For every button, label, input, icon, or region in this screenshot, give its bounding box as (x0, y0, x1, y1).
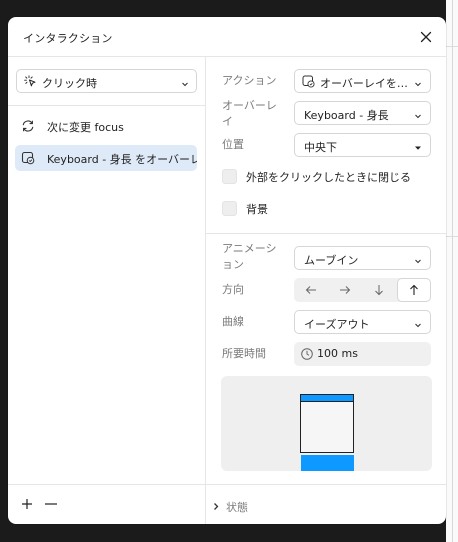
chevron-down-icon (414, 319, 422, 328)
swap-icon (21, 119, 35, 133)
state-label: 状態 (226, 501, 248, 514)
close-on-outside-click-label: 外部をクリックしたときに閉じる (246, 171, 411, 184)
preview-frame-header (301, 395, 353, 402)
interaction-item-open-overlay[interactable]: Keyboard - 身長 をオーバーレ (15, 145, 197, 171)
duration-label: 所要時間 (222, 347, 266, 360)
preview-frame (300, 394, 354, 453)
overlay-icon (302, 75, 315, 88)
dialog-header: インタラクション (8, 17, 446, 57)
position-select[interactable]: 中央下 (294, 133, 431, 157)
background-panel (446, 0, 458, 542)
background-divider (452, 0, 453, 542)
position-value: 中央下 (304, 141, 337, 154)
plus-icon (22, 499, 32, 509)
chevron-down-icon (414, 255, 422, 264)
action-label: アクション (222, 74, 277, 87)
chevron-down-icon (414, 78, 422, 87)
arrow-right-icon (340, 286, 351, 294)
duration-input[interactable]: 100 ms (294, 342, 431, 366)
arrow-up-icon (410, 284, 418, 295)
overlay-icon (21, 151, 35, 165)
curve-value: イーズアウト (304, 318, 370, 331)
remove-interaction-button[interactable] (44, 497, 58, 511)
chevron-down-icon (414, 110, 422, 119)
arrow-down-icon (375, 285, 383, 296)
direction-up-button[interactable] (397, 278, 431, 302)
chevron-right-icon (212, 501, 220, 510)
direction-left-button[interactable] (294, 278, 328, 302)
trigger-label: クリック時 (42, 77, 97, 90)
arrow-left-icon (305, 286, 316, 294)
panel-divider (205, 57, 206, 524)
chevron-down-icon (181, 78, 189, 87)
animation-value: ムーブイン (304, 254, 359, 267)
interaction-item-change-to[interactable]: 次に変更 focus (15, 113, 197, 139)
interaction-label: 次に変更 focus (47, 121, 124, 134)
direction-segmented-control (294, 278, 431, 302)
section-divider (206, 484, 446, 485)
timer-icon (300, 347, 314, 361)
preview-overlay (301, 455, 354, 471)
background-label: 背景 (246, 203, 268, 216)
background-checkbox[interactable] (222, 201, 237, 216)
left-panel-divider (8, 105, 205, 106)
add-interaction-button[interactable] (20, 497, 34, 511)
close-icon (420, 31, 432, 43)
animation-preview (221, 376, 432, 471)
minus-icon (45, 503, 57, 505)
overlay-label: オーバーレイ (222, 99, 277, 128)
overlay-value: Keyboard - 身長 (304, 109, 389, 122)
interaction-dialog: インタラクション クリック時 次に変更 focus Keyboard - 身長 … (8, 17, 446, 524)
duration-value: 100 ms (317, 347, 358, 360)
animation-select[interactable]: ムーブイン (294, 246, 431, 270)
dialog-title: インタラクション (23, 32, 113, 45)
action-value: オーバーレイを… (320, 77, 408, 90)
overlay-select[interactable]: Keyboard - 身長 (294, 101, 431, 125)
close-button[interactable] (417, 28, 435, 46)
curve-select[interactable]: イーズアウト (294, 310, 431, 334)
direction-right-button[interactable] (328, 278, 362, 302)
direction-label: 方向 (222, 283, 244, 296)
direction-down-button[interactable] (362, 278, 396, 302)
chevron-down-icon (414, 142, 422, 150)
animation-label: アニメーション (222, 242, 277, 271)
close-on-outside-click-checkbox[interactable] (222, 169, 237, 184)
curve-label: 曲線 (222, 315, 244, 328)
action-select[interactable]: オーバーレイを… (294, 69, 431, 93)
click-trigger-icon (24, 75, 37, 88)
trigger-select[interactable]: クリック時 (16, 69, 197, 93)
interaction-label: Keyboard - 身長 をオーバーレ (47, 153, 197, 166)
section-divider (206, 233, 446, 234)
position-label: 位置 (222, 138, 244, 151)
left-panel-footer-divider (8, 484, 205, 485)
